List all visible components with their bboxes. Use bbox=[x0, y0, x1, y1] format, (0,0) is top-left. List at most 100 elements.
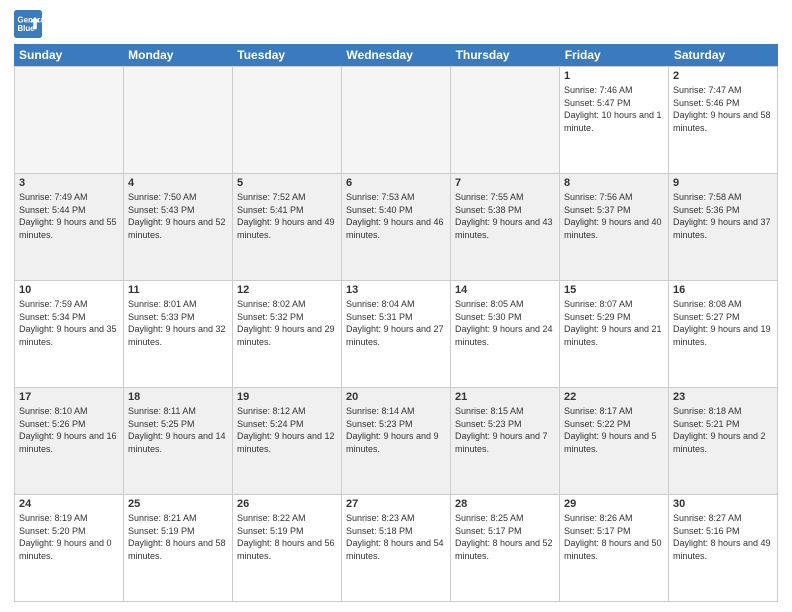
day-number: 2 bbox=[673, 70, 773, 82]
day-number: 6 bbox=[346, 177, 446, 189]
day-number: 15 bbox=[564, 284, 664, 296]
calendar-cell: 3 Sunrise: 7:49 AM Sunset: 5:44 PM Daylig… bbox=[15, 174, 124, 280]
calendar-cell bbox=[342, 67, 451, 173]
day-number: 5 bbox=[237, 177, 337, 189]
day-number: 13 bbox=[346, 284, 446, 296]
cell-info: Sunrise: 8:22 AM Sunset: 5:19 PM Dayligh… bbox=[237, 512, 337, 562]
day-number: 14 bbox=[455, 284, 555, 296]
calendar-cell: 23 Sunrise: 8:18 AM Sunset: 5:21 PM Dayli… bbox=[669, 388, 778, 494]
header-day-saturday: Saturday bbox=[669, 44, 778, 66]
calendar-cell: 7 Sunrise: 7:55 AM Sunset: 5:38 PM Daylig… bbox=[451, 174, 560, 280]
cell-info: Sunrise: 7:56 AM Sunset: 5:37 PM Dayligh… bbox=[564, 191, 664, 241]
day-number: 4 bbox=[128, 177, 228, 189]
calendar-cell: 15 Sunrise: 8:07 AM Sunset: 5:29 PM Dayli… bbox=[560, 281, 669, 387]
calendar-cell: 25 Sunrise: 8:21 AM Sunset: 5:19 PM Dayli… bbox=[124, 495, 233, 601]
calendar-cell bbox=[15, 67, 124, 173]
calendar-cell bbox=[233, 67, 342, 173]
header-day-friday: Friday bbox=[560, 44, 669, 66]
header: General Blue bbox=[14, 10, 778, 38]
day-number: 29 bbox=[564, 498, 664, 510]
header-day-thursday: Thursday bbox=[451, 44, 560, 66]
calendar-cell: 30 Sunrise: 8:27 AM Sunset: 5:16 PM Dayli… bbox=[669, 495, 778, 601]
cell-info: Sunrise: 8:10 AM Sunset: 5:26 PM Dayligh… bbox=[19, 405, 119, 455]
day-number: 8 bbox=[564, 177, 664, 189]
calendar-cell: 16Sunrise: 8:08 AM Sunset: 5:27 PM Dayli… bbox=[669, 281, 778, 387]
cell-info: Sunrise: 8:21 AM Sunset: 5:19 PM Dayligh… bbox=[128, 512, 228, 562]
day-number: 17 bbox=[19, 391, 119, 403]
calendar-cell: 22 Sunrise: 8:17 AM Sunset: 5:22 PM Dayli… bbox=[560, 388, 669, 494]
cell-info: Sunrise: 8:12 AM Sunset: 5:24 PM Dayligh… bbox=[237, 405, 337, 455]
cell-info: Sunrise: 8:25 AM Sunset: 5:17 PM Dayligh… bbox=[455, 512, 555, 562]
calendar-cell: 24Sunrise: 8:19 AM Sunset: 5:20 PM Dayli… bbox=[15, 495, 124, 601]
calendar-cell: 21 Sunrise: 8:15 AM Sunset: 5:23 PM Dayli… bbox=[451, 388, 560, 494]
calendar-cell: 27Sunrise: 8:23 AM Sunset: 5:18 PM Dayli… bbox=[342, 495, 451, 601]
svg-text:General: General bbox=[18, 15, 43, 24]
calendar-cell: 28 Sunrise: 8:25 AM Sunset: 5:17 PM Dayli… bbox=[451, 495, 560, 601]
calendar-cell: 11 Sunrise: 8:01 AM Sunset: 5:33 PM Dayli… bbox=[124, 281, 233, 387]
day-number: 25 bbox=[128, 498, 228, 510]
cell-info: Sunrise: 7:52 AM Sunset: 5:41 PM Dayligh… bbox=[237, 191, 337, 241]
cell-info: Sunrise: 7:49 AM Sunset: 5:44 PM Dayligh… bbox=[19, 191, 119, 241]
cell-info: Sunrise: 8:11 AM Sunset: 5:25 PM Dayligh… bbox=[128, 405, 228, 455]
cell-info: Sunrise: 7:55 AM Sunset: 5:38 PM Dayligh… bbox=[455, 191, 555, 241]
header-day-monday: Monday bbox=[123, 44, 232, 66]
calendar-cell: 29 Sunrise: 8:26 AM Sunset: 5:17 PM Dayli… bbox=[560, 495, 669, 601]
day-number: 22 bbox=[564, 391, 664, 403]
cell-info: Sunrise: 8:27 AM Sunset: 5:16 PM Dayligh… bbox=[673, 512, 773, 562]
cell-info: Sunrise: 8:19 AM Sunset: 5:20 PM Dayligh… bbox=[19, 512, 119, 562]
day-number: 28 bbox=[455, 498, 555, 510]
calendar-cell: 9 Sunrise: 7:58 AM Sunset: 5:36 PM Daylig… bbox=[669, 174, 778, 280]
cell-info: Sunrise: 7:58 AM Sunset: 5:36 PM Dayligh… bbox=[673, 191, 773, 241]
cell-info: Sunrise: 7:53 AM Sunset: 5:40 PM Dayligh… bbox=[346, 191, 446, 241]
cell-info: Sunrise: 8:01 AM Sunset: 5:33 PM Dayligh… bbox=[128, 298, 228, 348]
calendar-header: SundayMondayTuesdayWednesdayThursdayFrid… bbox=[14, 44, 778, 66]
calendar-cell: 2Sunrise: 7:47 AM Sunset: 5:46 PM Daylig… bbox=[669, 67, 778, 173]
cell-info: Sunrise: 8:05 AM Sunset: 5:30 PM Dayligh… bbox=[455, 298, 555, 348]
logo-icon: General Blue bbox=[14, 10, 42, 38]
calendar-week-5: 24Sunrise: 8:19 AM Sunset: 5:20 PM Dayli… bbox=[14, 494, 778, 602]
calendar-week-2: 3 Sunrise: 7:49 AM Sunset: 5:44 PM Daylig… bbox=[14, 173, 778, 280]
calendar-cell: 1Sunrise: 7:46 AM Sunset: 5:47 PM Daylig… bbox=[560, 67, 669, 173]
calendar-body: 1Sunrise: 7:46 AM Sunset: 5:47 PM Daylig… bbox=[14, 66, 778, 602]
day-number: 12 bbox=[237, 284, 337, 296]
day-number: 21 bbox=[455, 391, 555, 403]
calendar-week-1: 1Sunrise: 7:46 AM Sunset: 5:47 PM Daylig… bbox=[14, 66, 778, 173]
calendar-cell: 6 Sunrise: 7:53 AM Sunset: 5:40 PM Daylig… bbox=[342, 174, 451, 280]
day-number: 9 bbox=[673, 177, 773, 189]
calendar-cell: 17 Sunrise: 8:10 AM Sunset: 5:26 PM Dayli… bbox=[15, 388, 124, 494]
calendar-cell bbox=[451, 67, 560, 173]
cell-info: Sunrise: 8:14 AM Sunset: 5:23 PM Dayligh… bbox=[346, 405, 446, 455]
calendar-cell: 14 Sunrise: 8:05 AM Sunset: 5:30 PM Dayli… bbox=[451, 281, 560, 387]
cell-info: Sunrise: 7:59 AM Sunset: 5:34 PM Dayligh… bbox=[19, 298, 119, 348]
calendar-cell: 4Sunrise: 7:50 AM Sunset: 5:43 PM Daylig… bbox=[124, 174, 233, 280]
calendar: SundayMondayTuesdayWednesdayThursdayFrid… bbox=[14, 44, 778, 602]
cell-info: Sunrise: 8:07 AM Sunset: 5:29 PM Dayligh… bbox=[564, 298, 664, 348]
calendar-cell: 8 Sunrise: 7:56 AM Sunset: 5:37 PM Daylig… bbox=[560, 174, 669, 280]
calendar-cell: 19 Sunrise: 8:12 AM Sunset: 5:24 PM Dayli… bbox=[233, 388, 342, 494]
day-number: 7 bbox=[455, 177, 555, 189]
calendar-cell: 12 Sunrise: 8:02 AM Sunset: 5:32 PM Dayli… bbox=[233, 281, 342, 387]
cell-info: Sunrise: 8:17 AM Sunset: 5:22 PM Dayligh… bbox=[564, 405, 664, 455]
day-number: 3 bbox=[19, 177, 119, 189]
day-number: 30 bbox=[673, 498, 773, 510]
day-number: 1 bbox=[564, 70, 664, 82]
day-number: 20 bbox=[346, 391, 446, 403]
cell-info: Sunrise: 8:18 AM Sunset: 5:21 PM Dayligh… bbox=[673, 405, 773, 455]
calendar-cell: 5 Sunrise: 7:52 AM Sunset: 5:41 PM Daylig… bbox=[233, 174, 342, 280]
calendar-cell: 13 Sunrise: 8:04 AM Sunset: 5:31 PM Dayli… bbox=[342, 281, 451, 387]
cell-info: Sunrise: 8:26 AM Sunset: 5:17 PM Dayligh… bbox=[564, 512, 664, 562]
calendar-cell: 10Sunrise: 7:59 AM Sunset: 5:34 PM Dayli… bbox=[15, 281, 124, 387]
calendar-week-3: 10Sunrise: 7:59 AM Sunset: 5:34 PM Dayli… bbox=[14, 280, 778, 387]
logo: General Blue bbox=[14, 10, 46, 38]
day-number: 11 bbox=[128, 284, 228, 296]
day-number: 26 bbox=[237, 498, 337, 510]
calendar-week-4: 17 Sunrise: 8:10 AM Sunset: 5:26 PM Dayli… bbox=[14, 387, 778, 494]
svg-text:Blue: Blue bbox=[18, 24, 36, 33]
cell-info: Sunrise: 8:02 AM Sunset: 5:32 PM Dayligh… bbox=[237, 298, 337, 348]
header-day-sunday: Sunday bbox=[14, 44, 123, 66]
day-number: 19 bbox=[237, 391, 337, 403]
calendar-cell: 20 Sunrise: 8:14 AM Sunset: 5:23 PM Dayli… bbox=[342, 388, 451, 494]
cell-info: Sunrise: 8:15 AM Sunset: 5:23 PM Dayligh… bbox=[455, 405, 555, 455]
cell-info: Sunrise: 8:04 AM Sunset: 5:31 PM Dayligh… bbox=[346, 298, 446, 348]
day-number: 23 bbox=[673, 391, 773, 403]
